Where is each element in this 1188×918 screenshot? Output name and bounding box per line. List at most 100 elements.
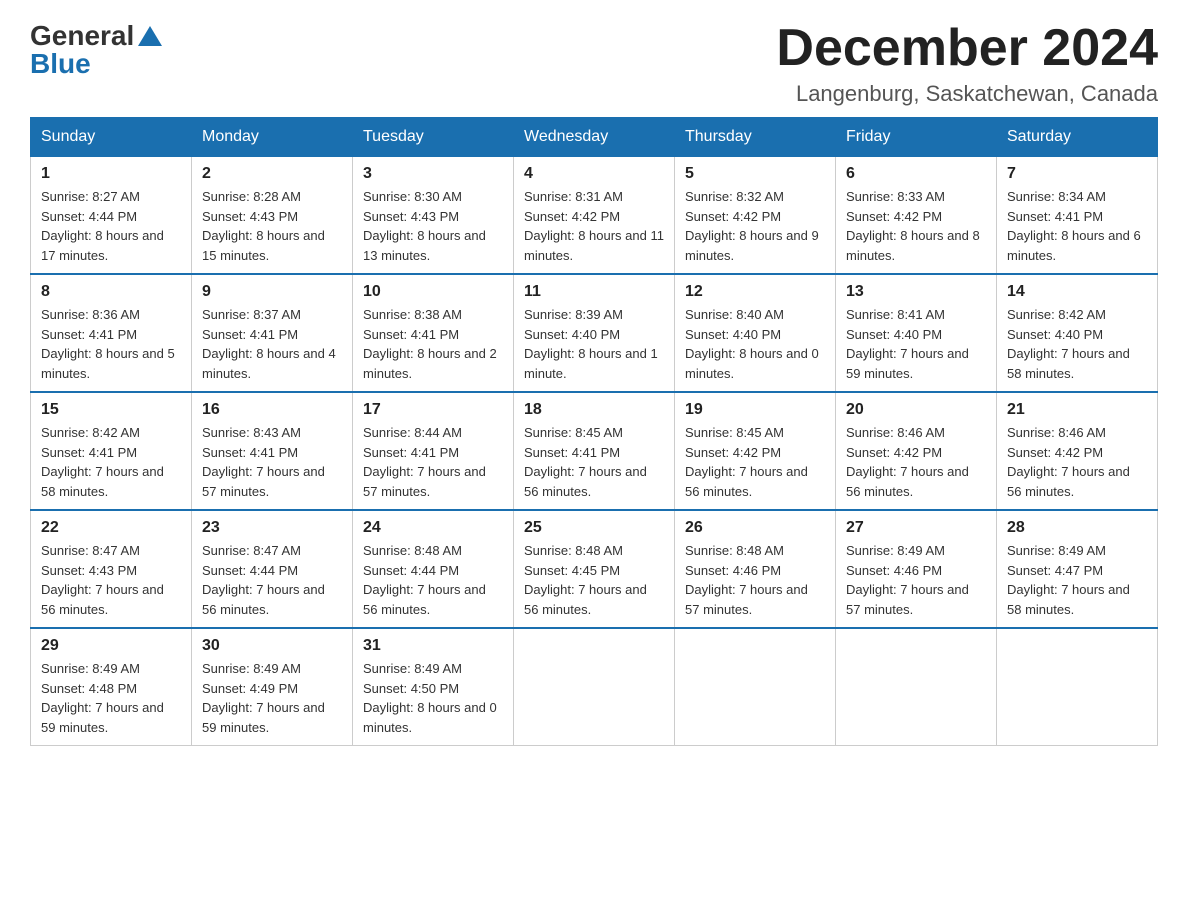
calendar-day-10: 10 Sunrise: 8:38 AMSunset: 4:41 PMDaylig… (353, 274, 514, 392)
calendar-day-8: 8 Sunrise: 8:36 AMSunset: 4:41 PMDayligh… (31, 274, 192, 392)
day-info: Sunrise: 8:49 AMSunset: 4:48 PMDaylight:… (41, 661, 164, 735)
weekday-header-wednesday: Wednesday (514, 118, 675, 157)
logo-blue-text: Blue (30, 48, 91, 79)
day-number: 8 (41, 283, 181, 301)
day-info: Sunrise: 8:49 AMSunset: 4:46 PMDaylight:… (846, 543, 969, 617)
day-number: 2 (202, 165, 342, 183)
calendar-day-18: 18 Sunrise: 8:45 AMSunset: 4:41 PMDaylig… (514, 392, 675, 510)
day-number: 17 (363, 401, 503, 419)
title-block: December 2024 Langenburg, Saskatchewan, … (776, 20, 1158, 107)
calendar-day-15: 15 Sunrise: 8:42 AMSunset: 4:41 PMDaylig… (31, 392, 192, 510)
day-info: Sunrise: 8:42 AMSunset: 4:40 PMDaylight:… (1007, 307, 1130, 381)
calendar-week-3: 15 Sunrise: 8:42 AMSunset: 4:41 PMDaylig… (31, 392, 1158, 510)
day-info: Sunrise: 8:48 AMSunset: 4:46 PMDaylight:… (685, 543, 808, 617)
day-number: 4 (524, 165, 664, 183)
empty-cell (997, 628, 1158, 746)
day-number: 1 (41, 165, 181, 183)
page-header: General Blue December 2024 Langenburg, S… (30, 20, 1158, 107)
calendar-day-26: 26 Sunrise: 8:48 AMSunset: 4:46 PMDaylig… (675, 510, 836, 628)
calendar-day-5: 5 Sunrise: 8:32 AMSunset: 4:42 PMDayligh… (675, 157, 836, 275)
day-info: Sunrise: 8:34 AMSunset: 4:41 PMDaylight:… (1007, 189, 1141, 263)
day-info: Sunrise: 8:46 AMSunset: 4:42 PMDaylight:… (846, 425, 969, 499)
day-number: 14 (1007, 283, 1147, 301)
calendar-table: SundayMondayTuesdayWednesdayThursdayFrid… (30, 117, 1158, 746)
weekday-header-saturday: Saturday (997, 118, 1158, 157)
day-info: Sunrise: 8:43 AMSunset: 4:41 PMDaylight:… (202, 425, 325, 499)
calendar-week-5: 29 Sunrise: 8:49 AMSunset: 4:48 PMDaylig… (31, 628, 1158, 746)
calendar-day-30: 30 Sunrise: 8:49 AMSunset: 4:49 PMDaylig… (192, 628, 353, 746)
calendar-day-9: 9 Sunrise: 8:37 AMSunset: 4:41 PMDayligh… (192, 274, 353, 392)
day-number: 5 (685, 165, 825, 183)
day-info: Sunrise: 8:42 AMSunset: 4:41 PMDaylight:… (41, 425, 164, 499)
day-number: 6 (846, 165, 986, 183)
calendar-week-4: 22 Sunrise: 8:47 AMSunset: 4:43 PMDaylig… (31, 510, 1158, 628)
weekday-header-row: SundayMondayTuesdayWednesdayThursdayFrid… (31, 118, 1158, 157)
month-title: December 2024 (776, 20, 1158, 77)
calendar-day-23: 23 Sunrise: 8:47 AMSunset: 4:44 PMDaylig… (192, 510, 353, 628)
day-number: 29 (41, 637, 181, 655)
calendar-day-12: 12 Sunrise: 8:40 AMSunset: 4:40 PMDaylig… (675, 274, 836, 392)
day-number: 31 (363, 637, 503, 655)
calendar-day-22: 22 Sunrise: 8:47 AMSunset: 4:43 PMDaylig… (31, 510, 192, 628)
calendar-day-27: 27 Sunrise: 8:49 AMSunset: 4:46 PMDaylig… (836, 510, 997, 628)
day-number: 28 (1007, 519, 1147, 537)
weekday-header-friday: Friday (836, 118, 997, 157)
day-number: 23 (202, 519, 342, 537)
day-info: Sunrise: 8:41 AMSunset: 4:40 PMDaylight:… (846, 307, 969, 381)
calendar-day-6: 6 Sunrise: 8:33 AMSunset: 4:42 PMDayligh… (836, 157, 997, 275)
day-info: Sunrise: 8:32 AMSunset: 4:42 PMDaylight:… (685, 189, 819, 263)
weekday-header-tuesday: Tuesday (353, 118, 514, 157)
calendar-day-25: 25 Sunrise: 8:48 AMSunset: 4:45 PMDaylig… (514, 510, 675, 628)
day-number: 7 (1007, 165, 1147, 183)
day-info: Sunrise: 8:48 AMSunset: 4:45 PMDaylight:… (524, 543, 647, 617)
calendar-day-31: 31 Sunrise: 8:49 AMSunset: 4:50 PMDaylig… (353, 628, 514, 746)
day-info: Sunrise: 8:28 AMSunset: 4:43 PMDaylight:… (202, 189, 325, 263)
calendar-day-16: 16 Sunrise: 8:43 AMSunset: 4:41 PMDaylig… (192, 392, 353, 510)
calendar-day-21: 21 Sunrise: 8:46 AMSunset: 4:42 PMDaylig… (997, 392, 1158, 510)
location-subtitle: Langenburg, Saskatchewan, Canada (776, 81, 1158, 107)
empty-cell (836, 628, 997, 746)
day-number: 13 (846, 283, 986, 301)
day-number: 3 (363, 165, 503, 183)
day-number: 21 (1007, 401, 1147, 419)
day-number: 27 (846, 519, 986, 537)
day-number: 26 (685, 519, 825, 537)
day-info: Sunrise: 8:39 AMSunset: 4:40 PMDaylight:… (524, 307, 658, 381)
day-number: 10 (363, 283, 503, 301)
day-info: Sunrise: 8:47 AMSunset: 4:43 PMDaylight:… (41, 543, 164, 617)
calendar-day-24: 24 Sunrise: 8:48 AMSunset: 4:44 PMDaylig… (353, 510, 514, 628)
day-info: Sunrise: 8:45 AMSunset: 4:41 PMDaylight:… (524, 425, 647, 499)
empty-cell (514, 628, 675, 746)
day-number: 22 (41, 519, 181, 537)
day-number: 24 (363, 519, 503, 537)
calendar-day-19: 19 Sunrise: 8:45 AMSunset: 4:42 PMDaylig… (675, 392, 836, 510)
day-info: Sunrise: 8:40 AMSunset: 4:40 PMDaylight:… (685, 307, 819, 381)
day-info: Sunrise: 8:46 AMSunset: 4:42 PMDaylight:… (1007, 425, 1130, 499)
day-number: 18 (524, 401, 664, 419)
weekday-header-sunday: Sunday (31, 118, 192, 157)
day-number: 15 (41, 401, 181, 419)
calendar-day-13: 13 Sunrise: 8:41 AMSunset: 4:40 PMDaylig… (836, 274, 997, 392)
calendar-header: SundayMondayTuesdayWednesdayThursdayFrid… (31, 118, 1158, 157)
day-info: Sunrise: 8:44 AMSunset: 4:41 PMDaylight:… (363, 425, 486, 499)
calendar-day-1: 1 Sunrise: 8:27 AMSunset: 4:44 PMDayligh… (31, 157, 192, 275)
day-info: Sunrise: 8:33 AMSunset: 4:42 PMDaylight:… (846, 189, 980, 263)
weekday-header-monday: Monday (192, 118, 353, 157)
day-number: 9 (202, 283, 342, 301)
calendar-day-14: 14 Sunrise: 8:42 AMSunset: 4:40 PMDaylig… (997, 274, 1158, 392)
calendar-day-3: 3 Sunrise: 8:30 AMSunset: 4:43 PMDayligh… (353, 157, 514, 275)
calendar-day-28: 28 Sunrise: 8:49 AMSunset: 4:47 PMDaylig… (997, 510, 1158, 628)
calendar-day-20: 20 Sunrise: 8:46 AMSunset: 4:42 PMDaylig… (836, 392, 997, 510)
day-info: Sunrise: 8:27 AMSunset: 4:44 PMDaylight:… (41, 189, 164, 263)
logo-triangle-icon (138, 26, 162, 46)
calendar-body: 1 Sunrise: 8:27 AMSunset: 4:44 PMDayligh… (31, 157, 1158, 746)
day-info: Sunrise: 8:30 AMSunset: 4:43 PMDaylight:… (363, 189, 486, 263)
day-number: 25 (524, 519, 664, 537)
calendar-day-2: 2 Sunrise: 8:28 AMSunset: 4:43 PMDayligh… (192, 157, 353, 275)
weekday-header-thursday: Thursday (675, 118, 836, 157)
day-number: 30 (202, 637, 342, 655)
calendar-day-11: 11 Sunrise: 8:39 AMSunset: 4:40 PMDaylig… (514, 274, 675, 392)
calendar-week-1: 1 Sunrise: 8:27 AMSunset: 4:44 PMDayligh… (31, 157, 1158, 275)
day-info: Sunrise: 8:38 AMSunset: 4:41 PMDaylight:… (363, 307, 497, 381)
day-info: Sunrise: 8:49 AMSunset: 4:47 PMDaylight:… (1007, 543, 1130, 617)
